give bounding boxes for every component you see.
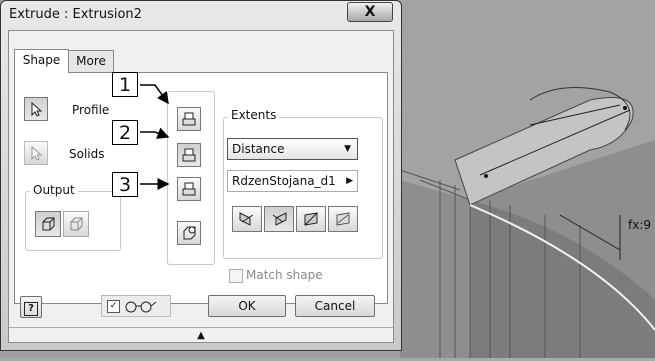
extrude-symmetric-icon <box>304 212 318 226</box>
dimension-label: fx:9 <box>628 218 652 232</box>
direction-flip-2-button[interactable] <box>264 206 294 232</box>
help-icon: ? <box>24 302 38 316</box>
profile-label: Profile <box>72 103 110 117</box>
shape-panel: Profile Solids Output Extents Distance ▼… <box>14 72 388 304</box>
dialog-body: Shape More Profile Solids Output Extents… <box>8 30 394 343</box>
advanced-extents-button[interactable] <box>177 221 201 245</box>
direction-flip-1-button[interactable] <box>232 206 262 232</box>
extrude-direction-icon <box>272 212 287 226</box>
dialog-title: Extrude : Extrusion2 <box>9 7 142 22</box>
distance-value: RdzenStojana_d1 <box>232 174 336 188</box>
callout-2: 2 <box>112 120 138 145</box>
tab-more[interactable]: More <box>68 50 114 72</box>
close-button[interactable]: X <box>347 2 393 22</box>
cursor-icon <box>31 101 43 117</box>
output-surface-button[interactable] <box>63 211 89 237</box>
title-bar[interactable]: Extrude : Extrusion2 X <box>1 1 401 29</box>
profile-select-button[interactable] <box>24 97 48 121</box>
help-button[interactable]: ? <box>20 296 42 318</box>
preview-checkbox[interactable]: ✓ <box>107 300 120 313</box>
tab-shape[interactable]: Shape <box>14 49 69 73</box>
cursor-icon <box>31 145 43 161</box>
extrude-asymmetric-icon <box>336 212 350 226</box>
preview-toggle[interactable]: ✓ <box>101 295 171 317</box>
expand-strip[interactable]: ▲ <box>9 327 393 343</box>
extents-dropdown[interactable]: Distance ▼ <box>227 138 358 160</box>
output-solid-button[interactable] <box>35 211 61 237</box>
chevron-down-icon: ▼ <box>344 144 351 154</box>
solids-select-button[interactable] <box>24 141 48 165</box>
match-shape-checkbox[interactable] <box>229 269 243 283</box>
output-label: Output <box>30 183 78 197</box>
direction-asymmetric-button[interactable] <box>328 206 358 232</box>
extrude-dialog: Extrude : Extrusion2 X Shape More Profil… <box>0 0 402 351</box>
extents-label: Extents <box>228 108 280 122</box>
gear-icon <box>183 226 196 240</box>
cancel-button[interactable]: Cancel <box>295 295 375 317</box>
surface-icon <box>70 217 83 231</box>
direction-2-button[interactable] <box>177 143 201 167</box>
extents-value: Distance <box>232 142 285 156</box>
printer-icon <box>182 112 196 126</box>
extrude-direction-icon <box>239 212 254 226</box>
solid-icon <box>42 217 55 231</box>
printer-icon <box>182 148 196 162</box>
direction-symmetric-button[interactable] <box>296 206 326 232</box>
distance-input[interactable]: RdzenStojana_d1 ▶ <box>227 170 358 192</box>
direction-3-button[interactable] <box>177 177 201 201</box>
callout-3: 3 <box>112 172 138 197</box>
ok-button[interactable]: OK <box>208 295 286 317</box>
glasses-icon <box>125 301 157 313</box>
match-shape-label: Match shape <box>246 268 323 282</box>
direction-1-button[interactable] <box>177 107 201 131</box>
chevron-up-icon: ▲ <box>197 330 205 341</box>
callout-1: 1 <box>112 72 138 97</box>
chevron-right-icon: ▶ <box>346 176 353 186</box>
solids-label: Solids <box>69 147 105 161</box>
printer-icon <box>182 182 196 196</box>
